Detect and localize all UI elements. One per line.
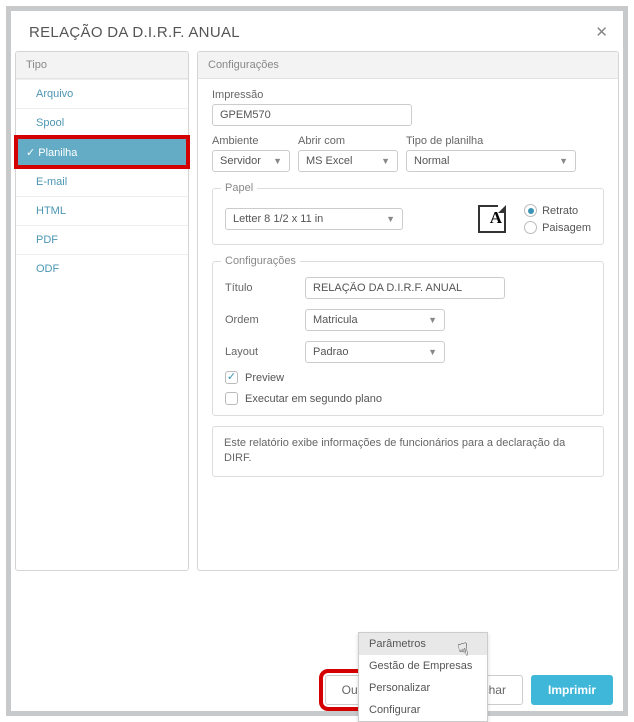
tipo-item-pdf[interactable]: PDF [16, 225, 188, 254]
tipo-item-planilha[interactable]: Planilha [16, 137, 188, 167]
tipoplanilha-value: Normal [414, 155, 449, 167]
abrircom-select[interactable]: MS Excel ▼ [298, 150, 398, 172]
radio-on-icon [524, 204, 537, 217]
tipoplanilha-label: Tipo de planilha [406, 135, 576, 147]
ordem-label: Ordem [225, 314, 295, 326]
configs-legend: Configurações [221, 255, 300, 267]
outras-acoes-menu: Parâmetros Gestão de Empresas Personaliz… [358, 632, 488, 722]
ordem-select[interactable]: Matricula ▼ [305, 309, 445, 331]
checkbox-on-icon [225, 371, 238, 384]
dialog-title: RELAÇÃO DA D.I.R.F. ANUAL [29, 24, 240, 41]
papel-size-value: Letter 8 1/2 x 11 in [233, 213, 323, 225]
tipo-item-email[interactable]: E-mail [16, 167, 188, 196]
caret-icon: ▼ [559, 156, 568, 166]
caret-icon: ▼ [386, 214, 395, 224]
caret-icon: ▼ [428, 315, 437, 325]
tipo-panel-header: Tipo [16, 52, 188, 79]
papel-size-select[interactable]: Letter 8 1/2 x 11 in ▼ [225, 208, 403, 230]
orient-retrato-radio[interactable]: Retrato [524, 204, 591, 217]
layout-select[interactable]: Padrao ▼ [305, 341, 445, 363]
tipo-panel: Tipo Arquivo Spool Planilha E-mail HTML … [15, 51, 189, 571]
ambiente-value: Servidor [220, 155, 261, 167]
impressao-label: Impressão [212, 89, 604, 101]
imprimir-button[interactable]: Imprimir [531, 675, 613, 705]
abrircom-value: MS Excel [306, 155, 352, 167]
tipo-item-html[interactable]: HTML [16, 196, 188, 225]
orientation-icon: A [478, 205, 506, 233]
caret-icon: ▼ [273, 156, 282, 166]
config-panel-header: Configurações [198, 52, 618, 79]
orient-paisagem-label: Paisagem [542, 222, 591, 234]
tipoplanilha-select[interactable]: Normal ▼ [406, 150, 576, 172]
preview-checkbox[interactable]: Preview [225, 371, 591, 384]
ambiente-label: Ambiente [212, 135, 290, 147]
tipo-item-arquivo[interactable]: Arquivo [16, 79, 188, 108]
impressao-input[interactable] [212, 104, 412, 126]
menu-item-personalizar[interactable]: Personalizar [359, 677, 487, 699]
imprimir-label: Imprimir [548, 683, 596, 697]
titulo-label: Título [225, 282, 295, 294]
layout-value: Padrao [313, 346, 348, 358]
ambiente-select[interactable]: Servidor ▼ [212, 150, 290, 172]
tipo-item-odf[interactable]: ODF [16, 254, 188, 283]
titulo-input[interactable] [305, 277, 505, 299]
papel-legend: Papel [221, 182, 257, 194]
tipo-item-spool[interactable]: Spool [16, 108, 188, 137]
orient-paisagem-radio[interactable]: Paisagem [524, 221, 591, 234]
close-icon[interactable]: ✕ [595, 23, 608, 41]
menu-item-configurar[interactable]: Configurar [359, 699, 487, 721]
layout-label: Layout [225, 346, 295, 358]
caret-icon: ▼ [428, 347, 437, 357]
background-label: Executar em segundo plano [245, 393, 382, 405]
descricao-text: Este relatório exibe informações de func… [212, 426, 604, 477]
background-checkbox[interactable]: Executar em segundo plano [225, 392, 591, 405]
caret-icon: ▼ [381, 156, 390, 166]
orient-retrato-label: Retrato [542, 205, 578, 217]
config-panel: Configurações Impressão Ambiente Servido… [197, 51, 619, 571]
ordem-value: Matricula [313, 314, 358, 326]
preview-label: Preview [245, 372, 284, 384]
checkbox-off-icon [225, 392, 238, 405]
radio-off-icon [524, 221, 537, 234]
abrircom-label: Abrir com [298, 135, 398, 147]
